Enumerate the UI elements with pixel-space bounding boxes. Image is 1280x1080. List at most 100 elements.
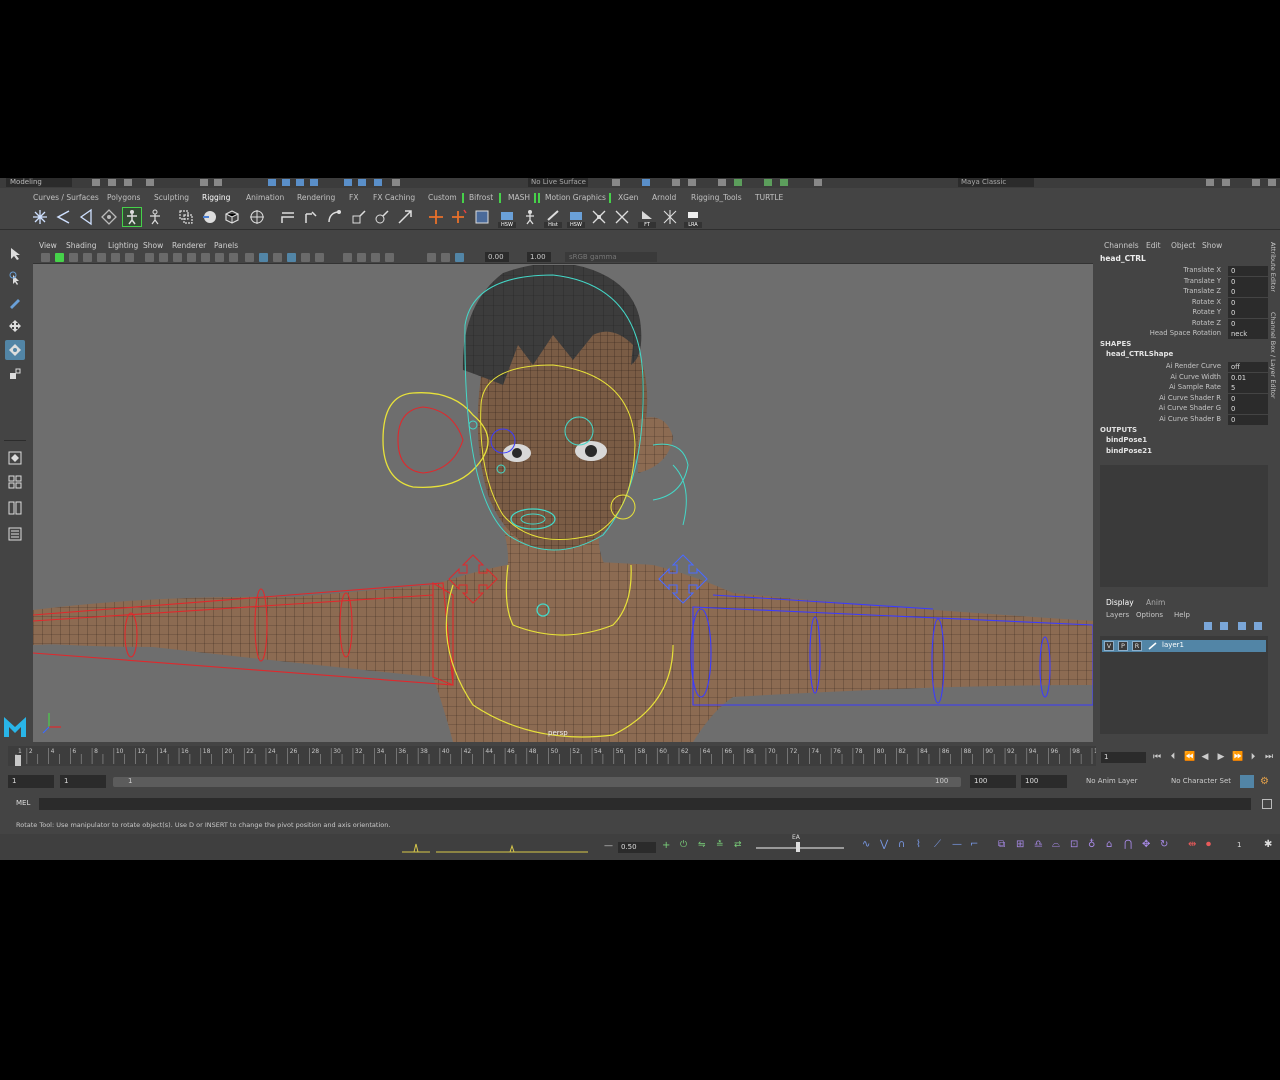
menu-set-dropdown[interactable]: Modeling [6, 178, 72, 187]
animation-start-field[interactable]: 1 [8, 775, 54, 788]
attribute-row[interactable]: Ai Curve Width 0.01 [1097, 372, 1268, 384]
move-tool-icon[interactable] [5, 316, 25, 336]
mirror-weights-icon[interactable]: ⇹ [1188, 839, 1196, 850]
opacity-slider[interactable] [756, 847, 844, 849]
tab-attribute-editor[interactable]: Attribute Editor [1269, 242, 1277, 292]
new-layer-selected-icon[interactable] [1254, 622, 1262, 630]
gamma-field[interactable]: 1.00 [527, 252, 551, 262]
textured-icon[interactable] [273, 253, 282, 262]
step-back-key-icon[interactable]: ⏪ [1184, 752, 1195, 762]
play-forwards-icon[interactable]: ▶ [1216, 752, 1226, 762]
camera-attributes-icon[interactable] [41, 253, 50, 262]
attribute-row[interactable]: Ai Sample Rate 5 [1097, 383, 1268, 394]
attribute-row[interactable]: Ai Render Curve off [1097, 362, 1268, 373]
tab-polygons[interactable]: Polygons [107, 193, 140, 202]
animation-end-field[interactable]: 100 [1021, 775, 1067, 788]
curve-tool-3-icon[interactable]: ∩ [898, 839, 905, 850]
hsw-tool-2-icon[interactable]: HSW [567, 208, 585, 228]
layer-render-toggle[interactable]: R [1132, 641, 1142, 651]
tab-display[interactable]: Display [1106, 598, 1134, 607]
exposure-icon[interactable] [427, 253, 436, 262]
grease-pencil-icon[interactable] [111, 253, 120, 262]
safe-title-icon[interactable] [215, 253, 224, 262]
character-controls-icon[interactable] [780, 179, 788, 186]
paint-weights-icon[interactable] [223, 208, 241, 226]
curve-tool-7-icon[interactable]: ⌐ [970, 839, 978, 850]
flood-icon[interactable]: ⇋ [698, 840, 706, 850]
new-empty-layer-icon[interactable] [1238, 622, 1246, 630]
3d-scene[interactable] [33, 263, 1093, 742]
image-plane-icon[interactable] [83, 253, 92, 262]
shadows-icon[interactable] [301, 253, 310, 262]
script-language-label[interactable]: MEL [16, 799, 30, 807]
bookmarks-icon[interactable] [69, 253, 78, 262]
deformer-2-icon[interactable]: ⊞ [1016, 839, 1024, 850]
select-object-icon[interactable] [214, 179, 222, 186]
deformer-5-icon[interactable]: ⊡ [1070, 839, 1078, 850]
snap-point-icon[interactable] [296, 179, 304, 186]
aim-constraint-icon[interactable] [373, 208, 391, 226]
deformer-4-icon[interactable]: ⌓ [1052, 839, 1060, 850]
joint-tool-icon[interactable] [31, 208, 49, 226]
menu-renderer[interactable]: Renderer [172, 241, 206, 250]
layer-color-icon[interactable] [1148, 642, 1158, 650]
snap-surface-icon[interactable] [344, 179, 352, 186]
insert-joint-icon[interactable] [54, 208, 72, 226]
arnold-render-icon[interactable] [734, 179, 742, 186]
camera-record-icon[interactable]: ⏺ [1206, 839, 1211, 850]
xray-icon[interactable] [357, 253, 366, 262]
tab-fx[interactable]: FX [349, 193, 358, 202]
save-scene-icon[interactable] [124, 179, 132, 186]
skeleton-tool-icon[interactable] [521, 208, 539, 226]
field-chart-icon[interactable] [187, 253, 196, 262]
menu-show[interactable]: Show [143, 241, 163, 250]
step-forward-icon[interactable]: ⏵ [1248, 752, 1258, 762]
smooth-bind-icon[interactable] [200, 208, 218, 226]
attribute-row[interactable]: Translate Y0 [1097, 276, 1268, 288]
perspective-viewport[interactable]: View Shading Lighting Show Renderer Pane… [33, 240, 1093, 742]
step-back-icon[interactable]: ⏴ [1168, 752, 1178, 762]
move-layer-down-icon[interactable] [1220, 622, 1228, 630]
character-mesh[interactable] [33, 263, 1093, 742]
point-constraint-icon[interactable] [302, 208, 320, 226]
hypershade-icon[interactable] [688, 179, 696, 186]
rotate-tool-icon[interactable] [5, 340, 25, 360]
render-settings-icon[interactable] [672, 179, 680, 186]
sign-in-icon[interactable] [814, 179, 822, 186]
curve-tool-2-icon[interactable]: ⋁ [880, 839, 888, 850]
ipr-icon[interactable] [642, 179, 650, 186]
orient-constraint-icon[interactable] [325, 208, 343, 226]
quick-rig-icon[interactable] [146, 208, 164, 226]
curve-tool-5-icon[interactable]: ⟋ [934, 839, 941, 850]
use-all-lights-icon[interactable] [287, 253, 296, 262]
modeling-toolkit-icon[interactable] [764, 179, 772, 186]
menu-view[interactable]: View [39, 241, 57, 250]
playback-range-bar[interactable] [113, 777, 961, 787]
new-scene-icon[interactable] [92, 179, 100, 186]
anim-layer-dropdown[interactable]: No Anim Layer [1086, 777, 1137, 785]
color-management-icon[interactable] [455, 253, 464, 262]
tab-mash[interactable]: MASH [508, 193, 530, 202]
current-frame-field[interactable]: 1 [1101, 752, 1146, 763]
outliner-view-icon[interactable] [5, 524, 25, 544]
tab-custom[interactable]: Custom [428, 193, 457, 202]
smooth-icon[interactable]: ≛ [716, 840, 724, 850]
deformer-6-icon[interactable]: ♁ [1088, 839, 1095, 850]
single-view-icon[interactable] [5, 448, 25, 468]
preferences-icon[interactable]: ⚙ [1260, 775, 1274, 788]
tab-rendering[interactable]: Rendering [297, 193, 335, 202]
tab-arnold[interactable]: Arnold [652, 193, 676, 202]
safe-action-icon[interactable] [201, 253, 210, 262]
toggle-channel-box-icon[interactable] [1252, 179, 1260, 186]
xray-components-icon[interactable] [385, 253, 394, 262]
create-locator-2-icon[interactable] [450, 208, 468, 226]
wireframe-icon[interactable] [229, 253, 238, 262]
menu-edit[interactable]: Edit [1146, 241, 1161, 250]
four-view-icon[interactable] [5, 472, 25, 492]
deformer-10-icon[interactable]: ↻ [1160, 839, 1168, 850]
grid-joint-icon[interactable] [661, 208, 679, 226]
exposure-field[interactable]: 0.00 [485, 252, 509, 262]
create-locator-icon[interactable] [427, 208, 445, 226]
play-backwards-icon[interactable]: ◀ [1200, 752, 1210, 762]
step-forward-key-icon[interactable]: ⏩ [1232, 752, 1243, 762]
